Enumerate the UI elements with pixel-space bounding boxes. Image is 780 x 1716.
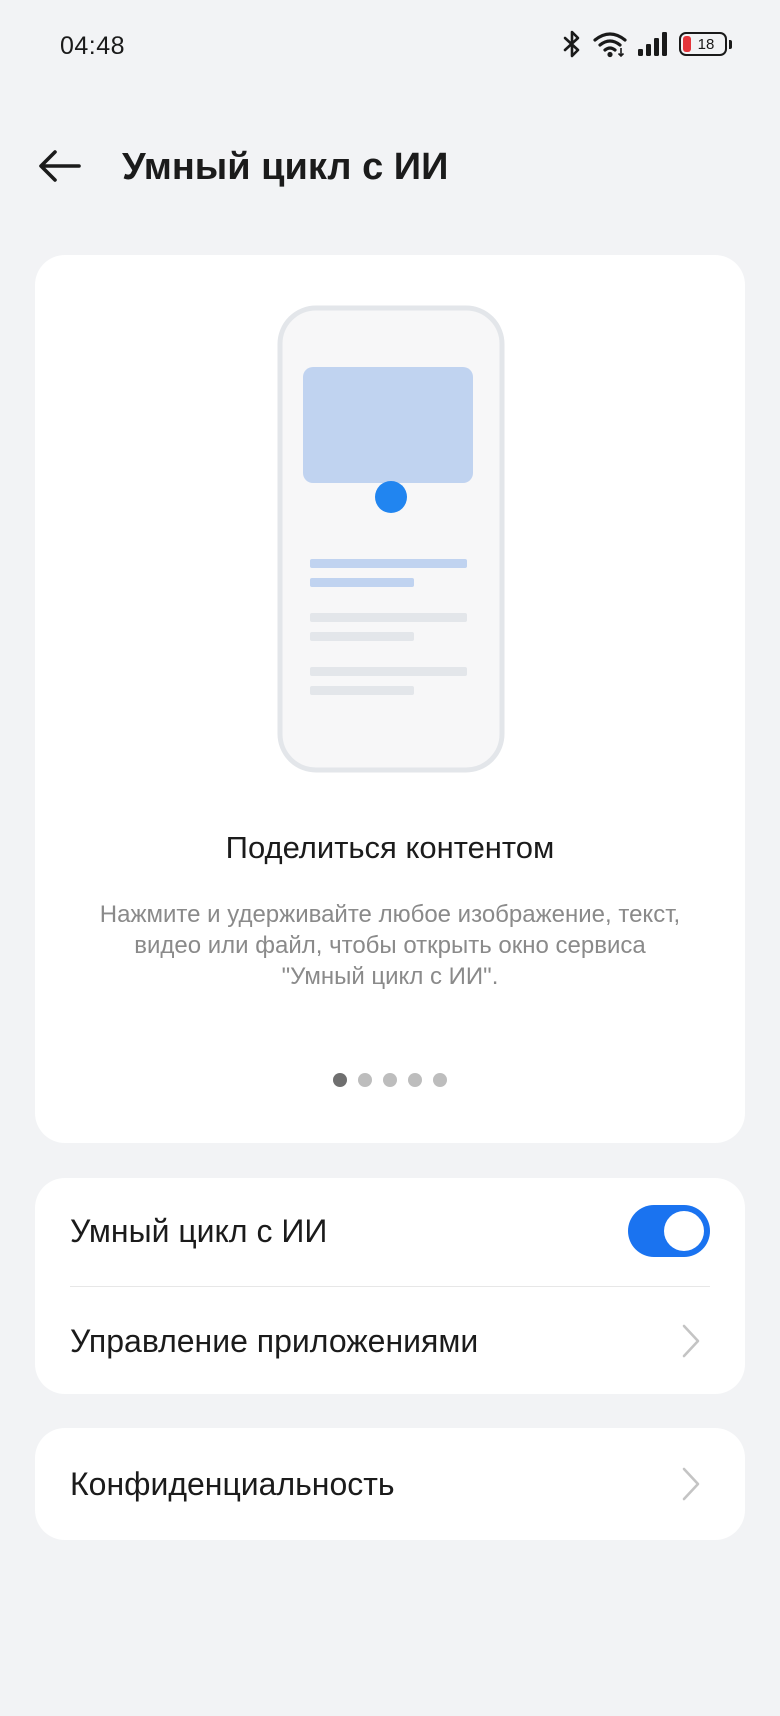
battery-level: 18 — [697, 35, 715, 53]
promo-description: Нажмите и удерживайте любое изображение,… — [99, 901, 681, 990]
battery-tip — [729, 39, 732, 49]
back-button[interactable] — [34, 146, 86, 190]
chevron-right-icon — [676, 1321, 706, 1361]
page-dot-3[interactable] — [383, 1073, 397, 1087]
promo-title: Поделиться контентом — [225, 830, 555, 865]
page-dot-1[interactable] — [333, 1073, 347, 1087]
status-icons: 18 — [561, 30, 732, 58]
page-dot-2[interactable] — [358, 1073, 372, 1087]
bluetooth-icon — [561, 30, 583, 58]
app-management-label: Управление приложениями — [70, 1322, 479, 1359]
divider — [70, 1286, 710, 1287]
battery-fill — [683, 36, 691, 52]
status-time: 04:48 — [60, 32, 126, 60]
smart-cycle-toggle[interactable] — [628, 1205, 710, 1257]
wifi-icon — [593, 30, 627, 58]
signal-icon — [637, 31, 669, 57]
screen: 04:48 18 Умный цикл с ИИ Поделиться конт… — [0, 0, 780, 1716]
header: Умный цикл с ИИ — [0, 128, 780, 208]
app-management-row[interactable]: Управление приложениями — [35, 1288, 745, 1394]
privacy-label: Конфиденциальность — [70, 1465, 395, 1502]
page-title: Умный цикл с ИИ — [122, 146, 449, 188]
settings-card: Умный цикл с ИИ Управление приложениями — [35, 1178, 745, 1394]
page-dot-5[interactable] — [433, 1073, 447, 1087]
feature-carousel-card[interactable]: Поделиться контентом Нажмите и удерживай… — [35, 255, 745, 1143]
smart-cycle-row[interactable]: Умный цикл с ИИ — [35, 1178, 745, 1284]
battery-icon: 18 — [679, 32, 727, 56]
privacy-card: Конфиденциальность — [35, 1428, 745, 1540]
status-bar: 04:48 18 — [0, 0, 780, 95]
privacy-row[interactable]: Конфиденциальность — [35, 1431, 745, 1537]
toggle-knob — [664, 1211, 704, 1251]
page-indicator[interactable] — [35, 1073, 745, 1087]
smart-cycle-label: Умный цикл с ИИ — [70, 1212, 328, 1249]
chevron-right-icon — [676, 1464, 706, 1504]
phone-illustration — [277, 305, 505, 780]
page-dot-4[interactable] — [408, 1073, 422, 1087]
arrow-left-icon — [38, 149, 82, 188]
